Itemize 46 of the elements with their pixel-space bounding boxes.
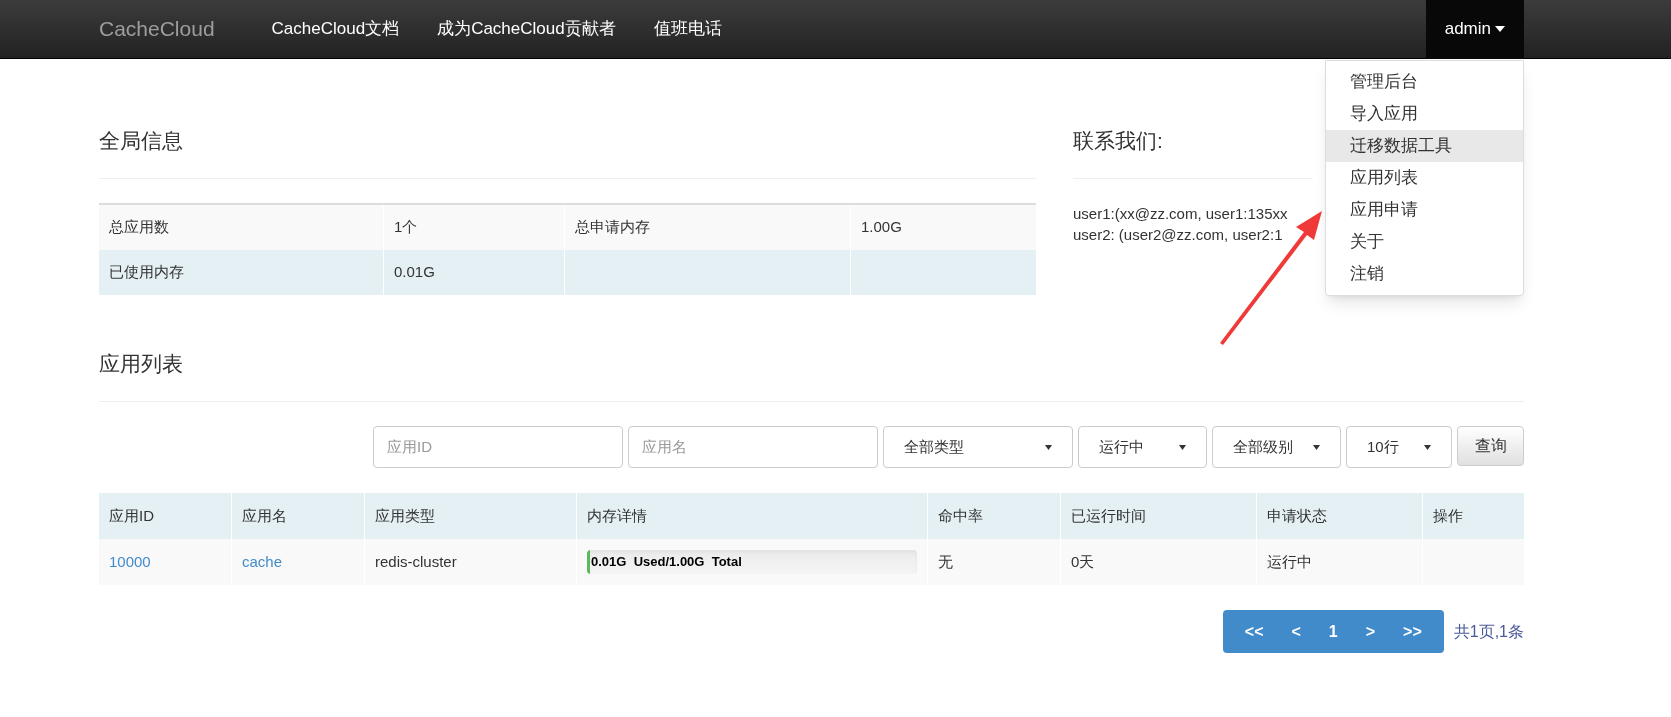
brand-link[interactable]: CacheCloud xyxy=(99,13,215,45)
select-field[interactable]: 运行中 xyxy=(1078,426,1207,468)
nav-link[interactable]: 值班电话 xyxy=(634,16,741,42)
menu-item[interactable]: 导入应用 xyxy=(1326,98,1523,130)
table-cell: 无 xyxy=(928,539,1061,585)
contact-line: user2: (user2@zz.com, user2:1 xyxy=(1073,225,1283,245)
section-title: 全局信息 xyxy=(99,128,184,154)
search-field[interactable]: 应用名 xyxy=(628,426,878,468)
page-button[interactable]: >> xyxy=(1389,619,1436,644)
app-id-link[interactable]: 10000 xyxy=(109,550,151,574)
query-button[interactable]: 查询 xyxy=(1457,426,1524,466)
caret-icon xyxy=(1045,444,1052,450)
menu-item[interactable]: 关于 xyxy=(1326,226,1523,258)
menu-item[interactable]: 应用申请 xyxy=(1326,194,1523,226)
caret-icon xyxy=(1495,26,1505,32)
table-cell: 运行中 xyxy=(1257,539,1423,585)
column-header: 操作 xyxy=(1432,505,1464,526)
contact-line: user1:(xx@zz.com, user1:135xx xyxy=(1073,204,1288,224)
select-field[interactable]: 10行 xyxy=(1346,426,1452,468)
table-cell: 已使用内存 xyxy=(99,250,384,295)
table-cell-text: 1.00G xyxy=(860,217,903,238)
menu-item[interactable]: 管理后台 xyxy=(1326,66,1523,98)
search-field[interactable]: 应用ID xyxy=(373,426,623,468)
menu-item[interactable]: 注销 xyxy=(1326,258,1523,290)
page-summary: 共1页,1条 xyxy=(1453,621,1524,642)
page-button[interactable]: > xyxy=(1351,619,1390,644)
section-title: 联系我们: xyxy=(1073,128,1163,154)
page-button[interactable]: < xyxy=(1277,619,1315,644)
select-field[interactable]: 全部级别 xyxy=(1212,426,1341,468)
caret-icon xyxy=(1179,444,1186,450)
nav-link[interactable]: CacheCloud文档 xyxy=(252,16,419,42)
select-field[interactable]: 全部类型 xyxy=(883,426,1073,468)
caret-icon xyxy=(1313,444,1320,450)
app-name-link[interactable]: cache xyxy=(242,550,283,574)
section-title: 应用列表 xyxy=(99,351,184,377)
table-cell: 0天 xyxy=(1061,539,1257,585)
nav-link[interactable]: 成为CacheCloud贡献者 xyxy=(418,16,635,42)
caret-icon xyxy=(1424,444,1431,450)
table-cell: redis-cluster xyxy=(365,539,577,585)
page-button[interactable]: << xyxy=(1230,619,1278,644)
memory-label: 0.01G Used/1.00G Total xyxy=(590,553,742,572)
menu-item[interactable]: 应用列表 xyxy=(1326,162,1523,194)
user-menu-button[interactable]: admin xyxy=(1425,0,1524,59)
menu-item[interactable]: 迁移数据工具 xyxy=(1326,130,1523,162)
table-cell: 0.01G xyxy=(384,250,565,295)
page-button[interactable]: 1 xyxy=(1314,619,1352,644)
